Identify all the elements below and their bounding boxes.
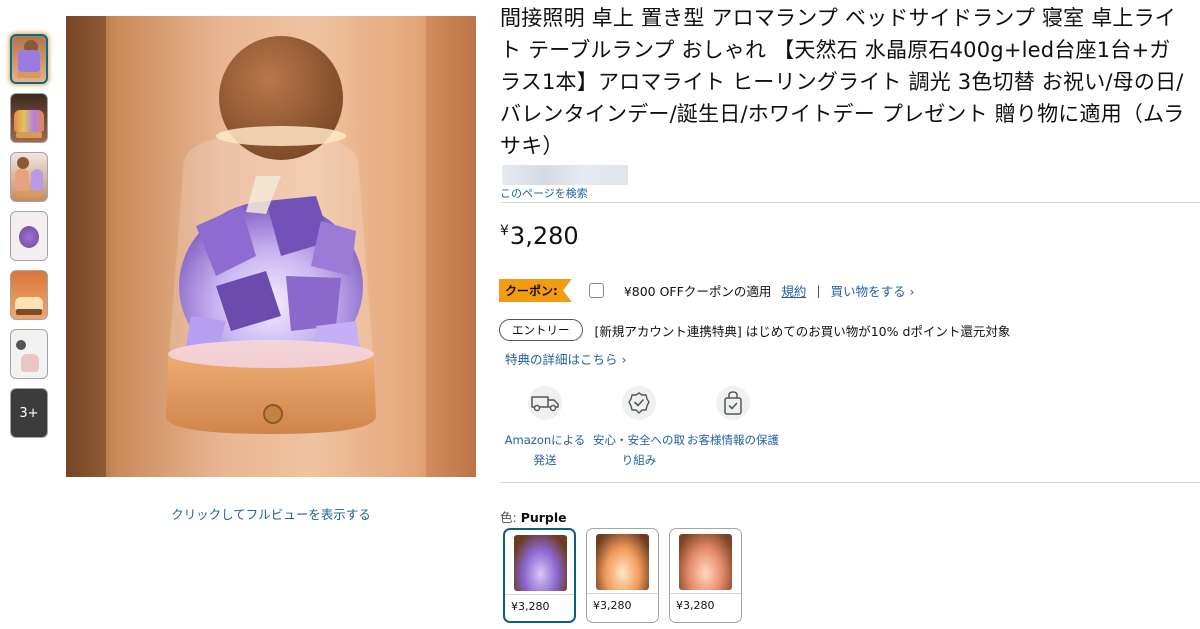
thumbnail-3[interactable] bbox=[10, 152, 48, 202]
color-prefix: 色: bbox=[500, 510, 517, 525]
more-images-label: 3+ bbox=[19, 405, 39, 421]
feature-safety[interactable]: 安心・安全への取り組み bbox=[593, 386, 685, 470]
entry-row: エントリー [新規アカウント連携特典] はじめてのお買い物が10% dポイント還… bbox=[499, 319, 1010, 341]
swatch-price: ¥3,280 bbox=[670, 593, 741, 612]
color-label: 色: Purple bbox=[500, 507, 567, 526]
thumbnail-2[interactable] bbox=[10, 93, 48, 143]
perk-details-link[interactable]: 特典の詳細はこちら › bbox=[505, 349, 626, 368]
thumbnail-more[interactable]: 3+ bbox=[10, 388, 48, 438]
selected-color: Purple bbox=[520, 510, 567, 525]
price-value: 3,280 bbox=[509, 222, 579, 250]
color-swatch-3[interactable]: ¥3,280 bbox=[669, 528, 742, 623]
aroma-lamp-illustration bbox=[66, 16, 476, 477]
main-product-image[interactable] bbox=[66, 16, 476, 477]
entry-text: [新規アカウント連携特典] はじめてのお買い物が10% dポイント還元対象 bbox=[594, 323, 1011, 339]
feature-label: 安心・安全への取り組み bbox=[593, 433, 685, 467]
coupon-row: クーポン: ¥800 OFFクーポンの適用 規約 | 買い物をする › bbox=[499, 279, 915, 302]
divider bbox=[500, 202, 1200, 203]
secure-bag-icon bbox=[716, 386, 750, 420]
coupon-checkbox[interactable] bbox=[588, 283, 604, 298]
swatch-image bbox=[514, 535, 567, 591]
color-swatch-2[interactable]: ¥3,280 bbox=[586, 528, 659, 623]
thumbnail-5[interactable] bbox=[10, 270, 48, 320]
divider bbox=[500, 482, 1200, 483]
full-view-link[interactable]: クリックしてフルビューを表示する bbox=[66, 504, 476, 523]
coupon-separator: | bbox=[816, 283, 821, 298]
search-this-page-link[interactable]: このページを検索 bbox=[500, 185, 588, 201]
thumbnail-6[interactable] bbox=[10, 329, 48, 379]
swatch-price: ¥3,280 bbox=[587, 593, 658, 612]
thumbnail-strip: 3+ bbox=[10, 34, 50, 447]
safety-badge-icon bbox=[622, 386, 656, 420]
coupon-badge: クーポン: bbox=[499, 279, 572, 302]
store-link-blurred[interactable] bbox=[502, 165, 628, 185]
coupon-text: ¥800 OFFクーポンの適用 bbox=[623, 284, 772, 299]
feature-label: お客様情報の保護 bbox=[687, 433, 779, 447]
feature-label: Amazonによる発送 bbox=[504, 433, 586, 467]
swatch-price: ¥3,280 bbox=[505, 594, 574, 613]
price: ¥3,280 bbox=[500, 222, 579, 250]
product-title: 間接照明 卓上 置き型 アロマランプ ベッドサイドランプ 寝室 卓上ライト テー… bbox=[500, 6, 1185, 158]
coupon-terms-link[interactable]: 規約 bbox=[781, 281, 806, 300]
price-symbol: ¥ bbox=[500, 223, 509, 239]
swatch-image bbox=[596, 534, 649, 590]
color-swatch-purple[interactable]: ¥3,280 bbox=[503, 528, 576, 623]
delivery-van-icon bbox=[528, 386, 562, 420]
swatch-image bbox=[679, 534, 732, 590]
feature-privacy[interactable]: お客様情報の保護 bbox=[687, 386, 779, 450]
feature-amazon-shipping[interactable]: Amazonによる発送 bbox=[499, 386, 591, 470]
thumbnail-4[interactable] bbox=[10, 211, 48, 261]
entry-button[interactable]: エントリー bbox=[499, 319, 583, 341]
coupon-shop-link[interactable]: 買い物をする › bbox=[831, 281, 915, 300]
thumbnail-1[interactable] bbox=[10, 34, 48, 84]
